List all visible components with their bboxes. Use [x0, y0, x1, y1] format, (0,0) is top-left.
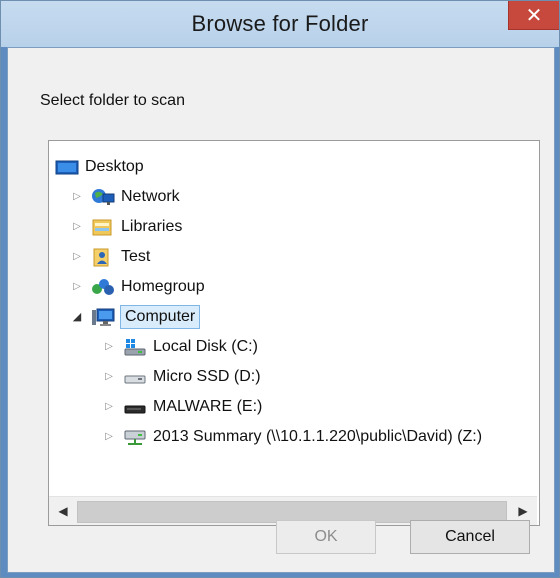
tree-item-label: MALWARE (E:) [153, 398, 263, 415]
expand-arrow-icon[interactable]: ▷ [103, 365, 115, 389]
arrow-right-icon: ▶ [518, 504, 528, 518]
cancel-button[interactable]: Cancel [410, 520, 530, 554]
network-icon [91, 187, 115, 207]
tree-item-label: Computer [120, 305, 201, 329]
computer-icon [91, 307, 115, 327]
expand-arrow-icon[interactable]: ▷ [71, 185, 83, 209]
tree-item-homegroup[interactable]: ▷ Homegroup [71, 275, 205, 299]
tree-item-label: Micro SSD (D:) [153, 368, 261, 385]
tree-item-desktop[interactable]: Desktop [55, 155, 144, 179]
tree-item-network-drive-z[interactable]: ▷ 2013 Summary (\\10.1.1.220\public\Davi… [103, 425, 482, 449]
dialog-prompt: Select folder to scan [40, 92, 185, 109]
close-icon: ✕ [525, 3, 543, 27]
tree-item-label: 2013 Summary (\\10.1.1.220\public\David)… [153, 428, 483, 445]
expand-arrow-icon[interactable]: ▷ [103, 335, 115, 359]
user-folder-icon [91, 247, 115, 267]
tree-item-label: Local Disk (C:) [153, 338, 258, 355]
window-title: Browse for Folder [191, 11, 369, 36]
tree-item-network[interactable]: ▷ Network [71, 185, 180, 209]
expand-arrow-icon[interactable]: ▷ [103, 425, 115, 449]
removable-drive-icon [123, 397, 147, 417]
tree-item-computer[interactable]: ◢ Computer [71, 305, 201, 329]
drive-icon [123, 367, 147, 387]
expand-arrow-icon[interactable]: ▷ [71, 245, 83, 269]
tree-item-label: Homegroup [121, 278, 205, 295]
homegroup-icon [91, 277, 115, 297]
system-drive-icon [123, 337, 147, 357]
tree-item-test[interactable]: ▷ Test [71, 245, 150, 269]
tree-item-local-disk-c[interactable]: ▷ Local Disk (C:) [103, 335, 258, 359]
expand-arrow-icon[interactable]: ▷ [103, 395, 115, 419]
tree-items: Desktop ▷ Network ▷ Libraries ▷ Test ▷ H… [49, 141, 537, 491]
arrow-left-icon: ◀ [58, 504, 68, 518]
tree-item-label: Network [121, 188, 180, 205]
expand-arrow-icon[interactable]: ▷ [71, 215, 83, 239]
tree-item-label: Libraries [121, 218, 183, 235]
network-drive-icon [123, 427, 147, 447]
tree-item-malware-e[interactable]: ▷ MALWARE (E:) [103, 395, 262, 419]
ok-button[interactable]: OK [276, 520, 376, 554]
libraries-icon [91, 217, 115, 237]
dialog-body: Select folder to scan Desktop ▷ Network … [7, 47, 555, 573]
tree-item-libraries[interactable]: ▷ Libraries [71, 215, 182, 239]
tree-item-label: Test [121, 248, 151, 265]
tree-item-micro-ssd-d[interactable]: ▷ Micro SSD (D:) [103, 365, 261, 389]
tree-item-label: Desktop [85, 158, 144, 175]
browse-for-folder-dialog: Browse for Folder ✕ Select folder to sca… [0, 0, 560, 578]
collapse-arrow-icon[interactable]: ◢ [71, 305, 83, 329]
expand-arrow-icon[interactable]: ▷ [71, 275, 83, 299]
folder-tree[interactable]: Desktop ▷ Network ▷ Libraries ▷ Test ▷ H… [48, 140, 540, 526]
close-button[interactable]: ✕ [508, 1, 559, 30]
title-bar[interactable]: Browse for Folder ✕ [1, 1, 559, 47]
scroll-left-button[interactable]: ◀ [49, 497, 77, 525]
desktop-icon [55, 157, 79, 177]
